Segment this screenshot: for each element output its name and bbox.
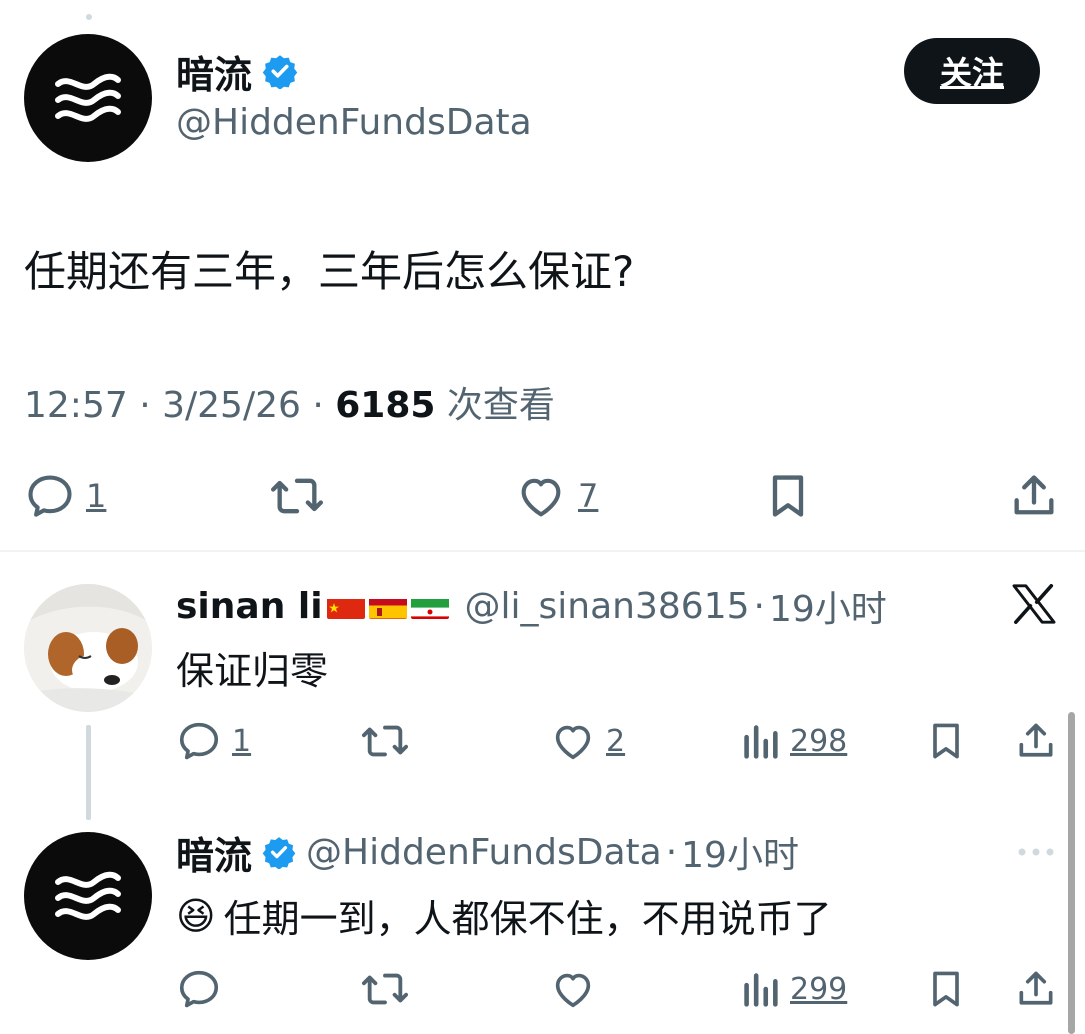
author-name-row: 暗流	[176, 44, 298, 99]
scrollbar[interactable]	[1068, 712, 1075, 1034]
reply-time[interactable]: 19小时	[681, 826, 799, 878]
views-button[interactable]: 299	[740, 966, 847, 1012]
top-dot	[86, 14, 92, 20]
reply-count: 1	[86, 477, 107, 515]
reply-icon	[179, 970, 219, 1008]
verified-badge-icon	[262, 55, 298, 89]
reply-header: sinan li @li_sinan38615 · 19小时	[176, 580, 887, 632]
iran-flag-icon	[410, 593, 449, 619]
like-button[interactable]	[550, 966, 596, 1012]
more-options-icon[interactable]	[1014, 840, 1058, 864]
like-button[interactable]: 7	[514, 470, 598, 522]
bookmark-icon	[933, 971, 959, 1007]
reply-count: 1	[232, 723, 252, 759]
share-button[interactable]	[1014, 966, 1058, 1012]
like-count: 7	[578, 477, 599, 515]
meta-separator: ·	[312, 385, 324, 426]
heart-icon	[555, 973, 591, 1008]
author-avatar[interactable]	[24, 34, 152, 162]
section-divider	[0, 550, 1085, 552]
china-flag-icon	[326, 593, 365, 619]
reply-button[interactable]	[176, 966, 222, 1012]
views-count: 299	[790, 971, 848, 1007]
heart-icon	[521, 478, 561, 517]
share-button[interactable]	[1008, 470, 1060, 522]
views-label: 次查看	[446, 385, 555, 426]
share-icon	[1014, 475, 1054, 515]
laughing-emoji: 😆	[176, 893, 216, 938]
tweet-meta: 12:57 · 3/25/26 · 6185 次查看	[24, 376, 555, 428]
verified-badge-icon	[262, 837, 296, 869]
wave-logo-icon	[55, 73, 121, 122]
views-button[interactable]: 298	[740, 718, 847, 764]
bookmark-icon	[772, 475, 804, 517]
thread-line	[86, 725, 91, 820]
views-count: 6185	[335, 385, 436, 426]
reply-time[interactable]: 19小时	[769, 580, 887, 632]
meta-separator: ·	[139, 385, 151, 426]
dog-avatar-image	[24, 584, 152, 712]
share-icon	[1019, 971, 1053, 1005]
x-logo-icon[interactable]	[1012, 584, 1056, 624]
reply-text: 😆 任期一到，人都保不住，不用说币了	[176, 888, 832, 943]
tweet-text: 任期还有三年，三年后怎么保证?	[24, 247, 635, 296]
author-display-name[interactable]: 暗流	[176, 44, 252, 99]
repost-button[interactable]	[360, 718, 410, 764]
bookmark-icon	[933, 723, 959, 759]
author-handle[interactable]: @HiddenFundsData	[176, 102, 532, 143]
like-button[interactable]: 2	[550, 718, 625, 764]
spain-flag-icon	[368, 593, 407, 619]
views-count: 298	[790, 723, 848, 759]
reply-handle[interactable]: @HiddenFundsData	[306, 832, 662, 873]
repost-icon	[361, 973, 408, 1005]
analytics-icon	[744, 725, 778, 759]
bookmark-button[interactable]	[924, 718, 968, 764]
meta-separator: ·	[665, 831, 678, 873]
follow-button[interactable]: 关注	[904, 38, 1040, 104]
bookmark-button[interactable]	[762, 470, 814, 522]
repost-button[interactable]	[360, 966, 410, 1012]
wave-logo-icon	[55, 871, 121, 920]
repost-icon	[361, 725, 408, 757]
reply-display-name[interactable]: 暗流	[176, 825, 252, 880]
reply-avatar[interactable]	[24, 584, 152, 712]
repost-button[interactable]	[268, 470, 326, 522]
reply-text-content: 任期一到，人都保不住，不用说币了	[223, 897, 832, 941]
like-count: 2	[606, 723, 626, 759]
reply-handle[interactable]: @li_sinan38615	[465, 586, 750, 627]
tweet-time[interactable]: 12:57	[24, 385, 128, 426]
reply-icon	[179, 722, 219, 760]
tweet-date[interactable]: 3/25/26	[162, 385, 301, 426]
reply-avatar[interactable]	[24, 832, 152, 960]
reply-text: 保证归零	[176, 649, 329, 693]
meta-separator: ·	[753, 585, 765, 627]
share-icon	[1019, 723, 1053, 757]
analytics-icon	[744, 973, 778, 1007]
reply-header: 暗流 @HiddenFundsData · 19小时	[176, 826, 799, 878]
bookmark-button[interactable]	[924, 966, 968, 1012]
reply-icon	[28, 475, 72, 517]
share-button[interactable]	[1014, 718, 1058, 764]
reply-button[interactable]: 1	[24, 470, 106, 522]
repost-icon	[270, 478, 323, 514]
reply-button[interactable]: 1	[176, 718, 251, 764]
reply-display-name[interactable]: sinan li	[176, 586, 323, 627]
heart-icon	[555, 725, 591, 760]
